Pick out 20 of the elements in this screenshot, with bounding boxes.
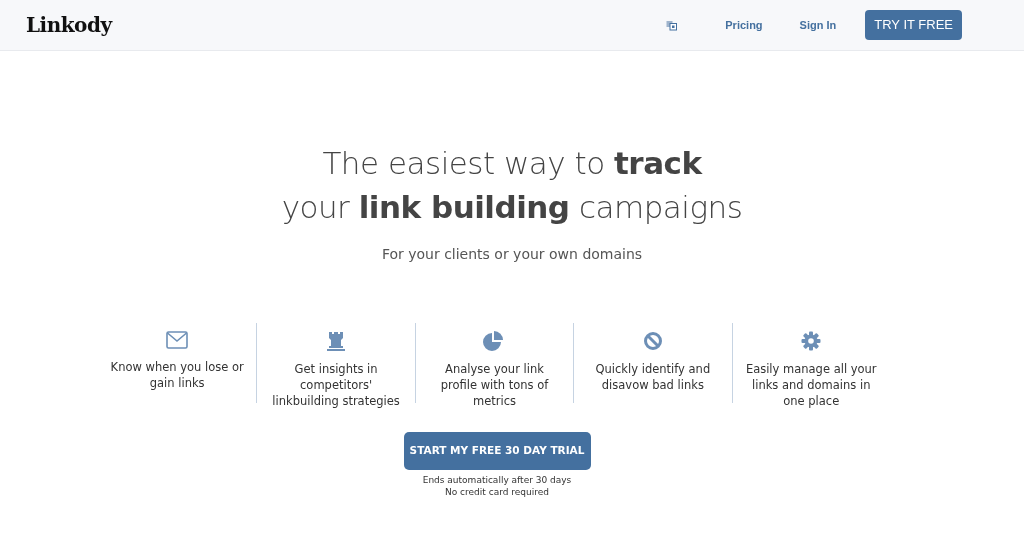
trial-note: No credit card required: [444, 486, 550, 498]
ban-icon: [642, 331, 663, 351]
feature-text: Analyse your link profile with tons of metrics: [439, 361, 550, 409]
feature-text: Get insights in competitors' linkbuilding strategies: [271, 361, 401, 409]
language-icon[interactable]: [666, 19, 678, 31]
settings-icon: [801, 331, 822, 351]
subtitle: For your clients or your own domains: [380, 245, 644, 264]
feature-text: Know when you lose or gain links: [109, 359, 245, 391]
sign-in-link[interactable]: Sign In: [799, 16, 837, 34]
logo[interactable]: Linkody: [26, 10, 112, 40]
castle-tower-icon: [326, 331, 347, 351]
pie-chart-icon: [483, 331, 506, 351]
trial-note: Ends automatically after 30 days: [422, 474, 572, 486]
headline: The easiest way to track your link building campaigns: [280, 144, 744, 227]
start-trial-button[interactable]: START MY FREE 30 DAY TRIAL: [403, 432, 591, 470]
try-free-button[interactable]: TRY IT FREE: [865, 10, 962, 40]
feature-text: Quickly identify and disavow bad links: [594, 361, 712, 393]
pricing-link[interactable]: Pricing: [725, 16, 763, 34]
envelope-icon: [166, 331, 189, 349]
feature-text: Easily manage all your links and domains in one place: [744, 361, 878, 409]
